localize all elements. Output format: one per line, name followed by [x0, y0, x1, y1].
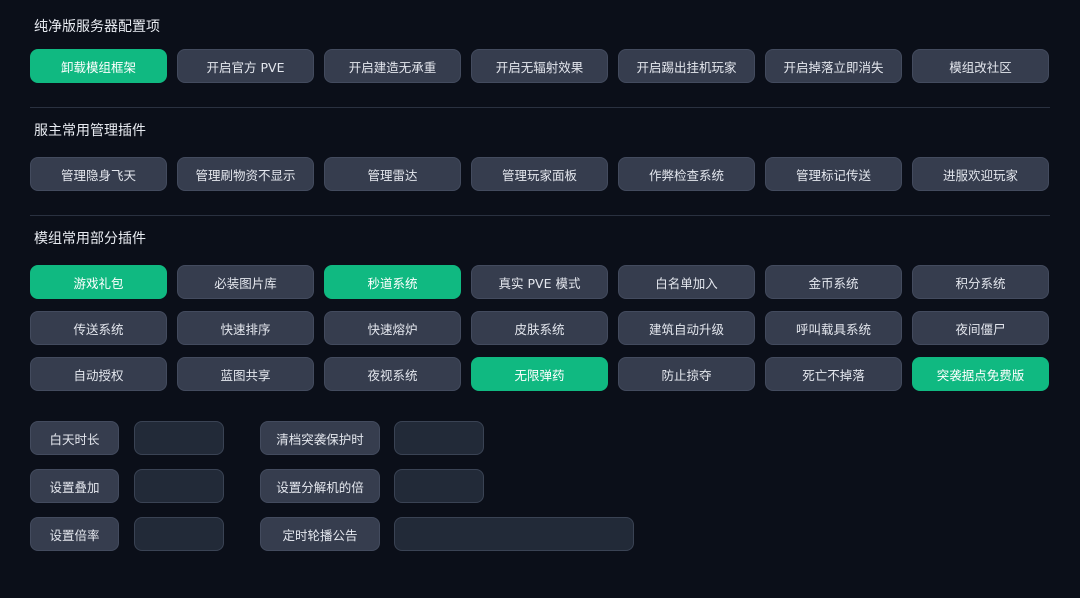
- daytime-length-button[interactable]: 白天时长: [30, 421, 119, 455]
- daytime-length-input[interactable]: [134, 421, 224, 455]
- admin-radar-button[interactable]: 管理雷达: [324, 157, 461, 191]
- enable-no-stability-button[interactable]: 开启建造无承重: [324, 49, 461, 83]
- section-title-admin-plugins: 服主常用管理插件: [34, 123, 146, 139]
- section-title-pure-server: 纯净版服务器配置项: [34, 19, 160, 35]
- raidable-bases-free-button[interactable]: 突袭据点免费版: [912, 357, 1049, 391]
- unlimited-ammo-button[interactable]: 无限弹药: [471, 357, 608, 391]
- mod-plugins-grid: 游戏礼包 必装图片库 秒道系统 真实 PVE 模式 白名单加入 金币系统 积分系…: [30, 265, 1049, 391]
- uninstall-mod-framework-button[interactable]: 卸载模组框架: [30, 49, 167, 83]
- game-gift-pack-button[interactable]: 游戏礼包: [30, 265, 167, 299]
- recycler-rate-input[interactable]: [394, 469, 484, 503]
- enable-official-pve-button[interactable]: 开启官方 PVE: [177, 49, 314, 83]
- admin-vanish-fly-button[interactable]: 管理隐身飞天: [30, 157, 167, 191]
- admin-mark-teleport-button[interactable]: 管理标记传送: [765, 157, 902, 191]
- pure-server-options-grid: 卸载模组框架 开启官方 PVE 开启建造无承重 开启无辐射效果 开启踢出挂机玩家…: [30, 49, 1049, 83]
- wipe-raid-protection-button[interactable]: 清档突袭保护时: [260, 421, 380, 455]
- timed-broadcast-button[interactable]: 定时轮播公告: [260, 517, 380, 551]
- enable-no-radiation-button[interactable]: 开启无辐射效果: [471, 49, 608, 83]
- enable-kick-afk-button[interactable]: 开启踢出挂机玩家: [618, 49, 755, 83]
- anti-cheat-system-button[interactable]: 作弊检查系统: [618, 157, 755, 191]
- building-auto-upgrade-button[interactable]: 建筑自动升级: [618, 311, 755, 345]
- blueprint-share-button[interactable]: 蓝图共享: [177, 357, 314, 391]
- set-stack-input[interactable]: [134, 469, 224, 503]
- night-zombies-button[interactable]: 夜间僵尸: [912, 311, 1049, 345]
- image-library-button[interactable]: 必装图片库: [177, 265, 314, 299]
- set-stack-button[interactable]: 设置叠加: [30, 469, 119, 503]
- enable-drop-vanish-button[interactable]: 开启掉落立即消失: [765, 49, 902, 83]
- auto-authorize-button[interactable]: 自动授权: [30, 357, 167, 391]
- section-divider-1: [30, 107, 1050, 108]
- quick-sort-button[interactable]: 快速排序: [177, 311, 314, 345]
- set-rate-input[interactable]: [134, 517, 224, 551]
- welcome-player-button[interactable]: 进服欢迎玩家: [912, 157, 1049, 191]
- admin-plugins-grid: 管理隐身飞天 管理刷物资不显示 管理雷达 管理玩家面板 作弊检查系统 管理标记传…: [30, 157, 1049, 191]
- instant-craft-button[interactable]: 秒道系统: [324, 265, 461, 299]
- skin-system-button[interactable]: 皮肤系统: [471, 311, 608, 345]
- section-divider-2: [30, 215, 1050, 216]
- keep-inventory-on-death-button[interactable]: 死亡不掉落: [765, 357, 902, 391]
- set-rate-button[interactable]: 设置倍率: [30, 517, 119, 551]
- admin-player-panel-button[interactable]: 管理玩家面板: [471, 157, 608, 191]
- recycler-rate-button[interactable]: 设置分解机的倍: [260, 469, 380, 503]
- night-vision-system-button[interactable]: 夜视系统: [324, 357, 461, 391]
- section-title-mod-plugins: 模组常用部分插件: [34, 231, 146, 247]
- whitelist-join-button[interactable]: 白名单加入: [618, 265, 755, 299]
- teleport-system-button[interactable]: 传送系统: [30, 311, 167, 345]
- mod-to-community-button[interactable]: 模组改社区: [912, 49, 1049, 83]
- quick-smelt-button[interactable]: 快速熔炉: [324, 311, 461, 345]
- anti-raid-button[interactable]: 防止掠夺: [618, 357, 755, 391]
- wipe-raid-protection-input[interactable]: [394, 421, 484, 455]
- call-vehicle-system-button[interactable]: 呼叫载具系统: [765, 311, 902, 345]
- points-system-button[interactable]: 积分系统: [912, 265, 1049, 299]
- coin-system-button[interactable]: 金币系统: [765, 265, 902, 299]
- admin-spawn-hidden-button[interactable]: 管理刷物资不显示: [177, 157, 314, 191]
- timed-broadcast-input[interactable]: [394, 517, 634, 551]
- real-pve-mode-button[interactable]: 真实 PVE 模式: [471, 265, 608, 299]
